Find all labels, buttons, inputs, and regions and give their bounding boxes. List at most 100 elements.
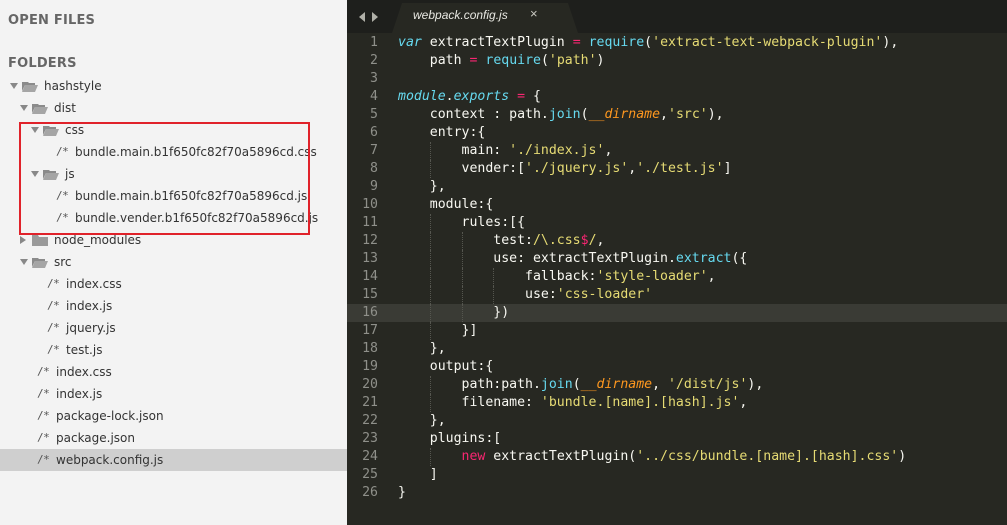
code-text: main: './index.js', <box>398 142 613 160</box>
code-line[interactable]: 4 module.exports = { <box>347 88 1007 106</box>
code-token: , <box>604 143 613 158</box>
code-text: }) <box>398 304 509 322</box>
code-token: 'src' <box>668 107 708 122</box>
code-line[interactable]: 15 use:'css-loader' <box>347 286 1007 304</box>
code-line[interactable]: 5 context : path.join(__dirname,'src'), <box>347 106 1007 124</box>
tree-file-label: package-lock.json <box>56 409 164 423</box>
code-text: ] <box>398 466 438 484</box>
code-token: exports <box>453 89 510 104</box>
code-line[interactable]: 1 var extractTextPlugin = require('extrac… <box>347 34 1007 52</box>
code-token: ), <box>882 35 899 50</box>
code-line[interactable]: 25 ] <box>347 466 1007 484</box>
code-token: __dirname <box>588 107 661 122</box>
code-line[interactable]: 16 }) <box>347 304 1007 322</box>
disclosure-right-icon[interactable] <box>20 236 26 244</box>
line-number: 4 <box>370 89 378 104</box>
tab-nav-left-icon[interactable] <box>359 12 365 22</box>
code-text: }, <box>398 412 446 430</box>
folders-heading[interactable]: FOLDERS <box>8 56 77 71</box>
disclosure-down-icon[interactable] <box>10 83 18 89</box>
code-line[interactable]: 13 use: extractTextPlugin.extract({ <box>347 250 1007 268</box>
code-line[interactable]: 21 filename: 'bundle.[name].[hash].js', <box>347 394 1007 412</box>
code-line[interactable]: 23 plugins:[ <box>347 430 1007 448</box>
code-token: { <box>525 89 541 104</box>
tree-file[interactable]: /* package.json <box>0 427 347 449</box>
code-line[interactable]: 19 output:{ <box>347 358 1007 376</box>
code-token: './index.js' <box>509 143 605 158</box>
code-token: ), <box>747 377 764 392</box>
line-number: 24 <box>362 449 378 464</box>
code-line[interactable]: 7 main: './index.js', <box>347 142 1007 160</box>
code-line[interactable]: 14 fallback:'style-loader', <box>347 268 1007 286</box>
code-token: }, <box>398 179 446 194</box>
tree-file[interactable]: /* package-lock.json <box>0 405 347 427</box>
sidebar: OPEN FILES FOLDERS hashstyle dist css/* bun… <box>0 0 347 525</box>
line-number: 26 <box>362 485 378 500</box>
code-token: './jquery.js' <box>525 161 629 176</box>
code-token: 'css-loader' <box>556 287 653 302</box>
code-token: path <box>398 53 470 68</box>
file-icon: /* <box>47 321 60 334</box>
line-number: 14 <box>362 269 378 284</box>
tree-file-label: index.js <box>56 387 103 401</box>
tree-file[interactable]: /* index.js <box>0 383 347 405</box>
code-line[interactable]: 18 }, <box>347 340 1007 358</box>
code-line[interactable]: 24 new extractTextPlugin('../css/bundle.… <box>347 448 1007 466</box>
code-text: }, <box>398 178 446 196</box>
tree-folder[interactable]: hashstyle <box>0 75 347 97</box>
line-number: 15 <box>362 287 378 302</box>
code-token: main: <box>398 143 510 158</box>
tree-folder[interactable]: src <box>0 251 347 273</box>
code-line[interactable]: 2 path = require('path') <box>347 52 1007 70</box>
tab-close-icon[interactable]: × <box>530 6 538 21</box>
code-line[interactable]: 6 entry:{ <box>347 124 1007 142</box>
code-text: var extractTextPlugin = require('extract… <box>398 34 898 52</box>
tree-file-label: webpack.config.js <box>56 453 164 467</box>
code-token: 'bundle.[name].[hash].js' <box>540 395 740 410</box>
code-line[interactable]: 22 }, <box>347 412 1007 430</box>
code-token: './test.js' <box>636 161 724 176</box>
tree-file[interactable]: /* test.js <box>0 339 347 361</box>
disclosure-down-icon[interactable] <box>20 105 28 111</box>
open-folder-icon <box>32 104 48 114</box>
disclosure-down-icon[interactable] <box>20 259 28 265</box>
tree-file[interactable]: /* index.css <box>0 273 347 295</box>
code-token: ( <box>572 377 581 392</box>
code-token: }, <box>398 341 446 356</box>
code-line[interactable]: 9 }, <box>347 178 1007 196</box>
code-token: entry:{ <box>398 125 486 140</box>
code-token: use: extractTextPlugin. <box>398 251 676 266</box>
code-editor[interactable]: 1 var extractTextPlugin = require('extrac… <box>347 33 1007 525</box>
tab-nav-right-icon[interactable] <box>372 12 378 22</box>
file-icon: /* <box>37 365 50 378</box>
code-line[interactable]: 3 <box>347 70 1007 88</box>
open-files-heading[interactable]: OPEN FILES <box>8 13 95 28</box>
code-line[interactable]: 26} <box>347 484 1007 502</box>
code-line[interactable]: 17 }] <box>347 322 1007 340</box>
tree-file-label: index.js <box>66 299 113 313</box>
code-line[interactable]: 11 rules:[{ <box>347 214 1007 232</box>
code-token: fallback: <box>398 269 597 284</box>
code-token: module <box>398 89 446 104</box>
tree-file[interactable]: /* jquery.js <box>0 317 347 339</box>
code-text: path:path.join(__dirname, '/dist/js'), <box>398 376 764 394</box>
tree-folder[interactable]: dist <box>0 97 347 119</box>
line-number: 19 <box>362 359 378 374</box>
code-line[interactable]: 20 path:path.join(__dirname, '/dist/js')… <box>347 376 1007 394</box>
code-text: plugins:[ <box>398 430 501 448</box>
code-text: }, <box>398 340 446 358</box>
code-token: $ <box>580 233 589 248</box>
code-line[interactable]: 10 module:{ <box>347 196 1007 214</box>
code-token: , <box>652 377 668 392</box>
code-line[interactable]: 8 vender:['./jquery.js','./test.js'] <box>347 160 1007 178</box>
code-token: require <box>485 53 541 68</box>
code-token: ), <box>707 107 724 122</box>
tree-file[interactable]: /* index.js <box>0 295 347 317</box>
tree-file[interactable]: /* index.css <box>0 361 347 383</box>
code-line[interactable]: 12 test:/\.css$/, <box>347 232 1007 250</box>
tree-folder-label: src <box>54 255 72 269</box>
line-number: 18 <box>362 341 378 356</box>
tree-file[interactable]: /* webpack.config.js <box>0 449 347 471</box>
tab-title[interactable]: webpack.config.js <box>413 8 508 22</box>
